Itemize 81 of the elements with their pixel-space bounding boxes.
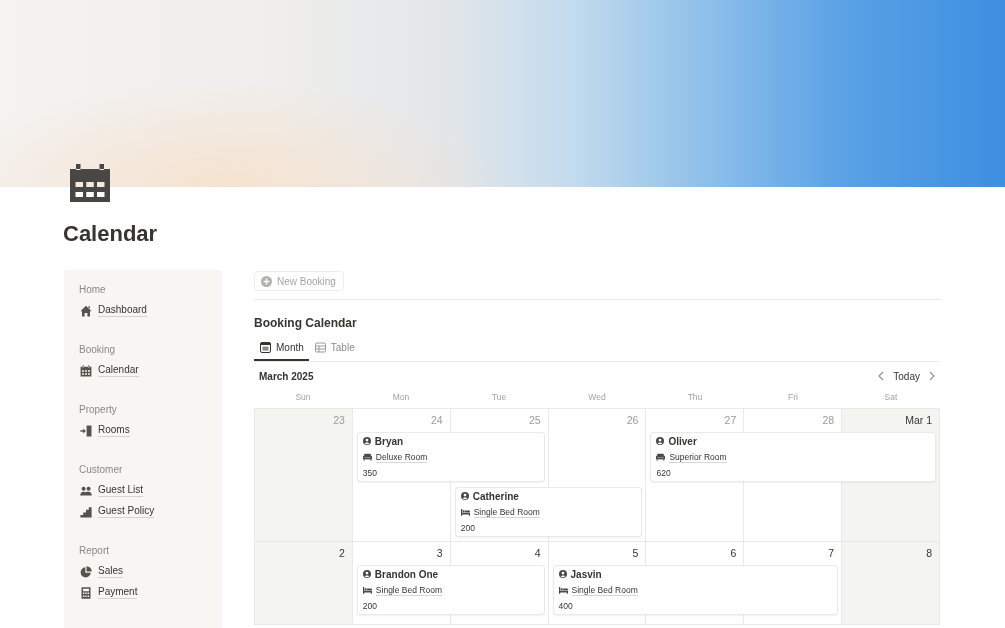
person-icon xyxy=(558,570,567,578)
day-number: 2 xyxy=(339,546,345,560)
sofa-icon xyxy=(362,453,372,461)
weekday-label: Thu xyxy=(687,392,703,402)
guest-name: Catherine xyxy=(472,490,519,502)
person-icon xyxy=(460,492,469,500)
person-icon xyxy=(362,570,371,578)
chevron-right-icon[interactable] xyxy=(929,371,935,381)
day-number: 27 xyxy=(724,413,737,427)
guest-name: Brandon One xyxy=(374,568,439,580)
room-link[interactable]: Single Bed Room xyxy=(571,584,638,596)
day-number: 25 xyxy=(528,413,541,427)
booking-card[interactable]: Jasvin Single Bed Room 400 xyxy=(552,565,839,615)
calculator-icon xyxy=(80,586,92,599)
booking-card[interactable]: Brandon One Single Bed Room 200 xyxy=(356,565,545,615)
sidebar-heading: Customer xyxy=(79,463,123,477)
day-number: Mar 1 xyxy=(905,413,932,427)
sidebar-link[interactable]: Dashboard xyxy=(79,300,147,321)
sidebar-link[interactable]: Calendar xyxy=(79,360,139,381)
booking-card[interactable]: Catherine Single Bed Room 200 xyxy=(454,487,643,537)
door-arrow-icon xyxy=(80,424,92,437)
bed-icon xyxy=(558,586,568,594)
table-icon xyxy=(314,342,326,353)
weekday-label: Tue xyxy=(491,392,507,402)
sidebar-heading: Booking xyxy=(79,343,116,357)
weekday-label: Wed xyxy=(588,392,606,402)
bed-icon xyxy=(460,508,470,516)
sidebar-heading: Report xyxy=(79,544,109,558)
sidebar-heading: Home xyxy=(79,283,106,297)
person-icon xyxy=(656,437,665,445)
day-number: 6 xyxy=(730,546,737,560)
people-icon xyxy=(80,484,92,497)
day-number: 28 xyxy=(822,413,835,427)
room-link[interactable]: Single Bed Room xyxy=(473,506,540,518)
view-title: Booking Calendar xyxy=(254,315,357,332)
sidebar-link[interactable]: Guest Policy xyxy=(79,501,155,522)
day-number: 7 xyxy=(828,546,835,560)
weekday-label: Sat xyxy=(884,392,898,402)
pie-chart-icon xyxy=(80,565,92,578)
plus-circle-icon xyxy=(261,275,272,287)
sofa-icon xyxy=(656,453,666,461)
day-number: 23 xyxy=(333,413,345,427)
sidebar-link[interactable]: Sales xyxy=(79,561,123,582)
sidebar-link[interactable]: Rooms xyxy=(79,420,130,441)
view-tab[interactable]: Month xyxy=(254,337,309,361)
booking-price: 200 xyxy=(460,523,475,533)
room-link[interactable]: Deluxe Room xyxy=(375,451,428,463)
month-label: March 2025 xyxy=(259,370,314,382)
booking-card[interactable]: Oliver Superior Room 620 xyxy=(650,432,936,482)
page-title: Calendar xyxy=(63,221,158,247)
booking-price: 620 xyxy=(656,468,671,478)
weekday-label: Fri xyxy=(788,392,798,402)
sidebar-link[interactable]: Guest List xyxy=(79,480,144,501)
day-number: 8 xyxy=(926,546,932,560)
day-number: 3 xyxy=(436,546,443,560)
guest-name: Oliver xyxy=(668,435,697,447)
bed-icon xyxy=(362,586,372,594)
booking-price: 200 xyxy=(362,601,378,611)
calendar-icon xyxy=(260,342,271,353)
stairs-icon xyxy=(80,505,92,518)
chevron-left-icon[interactable] xyxy=(878,371,885,381)
day-number: 26 xyxy=(626,413,639,427)
sidebar-heading: Property xyxy=(79,403,117,417)
room-link[interactable]: Single Bed Room xyxy=(375,584,442,596)
booking-price: 400 xyxy=(558,601,573,611)
booking-price: 350 xyxy=(362,468,378,478)
weekday-label: Sun xyxy=(295,392,311,402)
today-button[interactable]: Today xyxy=(892,368,921,384)
day-number: 4 xyxy=(534,546,541,560)
room-link[interactable]: Superior Room xyxy=(669,451,727,463)
booking-card[interactable]: Bryan Deluxe Room 350 xyxy=(356,432,545,482)
sidebar-link[interactable]: Payment xyxy=(79,582,138,603)
house-icon xyxy=(80,304,92,317)
day-number: 5 xyxy=(632,546,639,560)
guest-name: Bryan xyxy=(374,435,404,447)
guest-name: Jasvin xyxy=(570,568,602,580)
day-number: 24 xyxy=(431,413,443,427)
person-icon xyxy=(362,437,371,445)
view-tab[interactable]: Table xyxy=(308,337,360,361)
calendar-icon xyxy=(80,364,92,377)
weekday-label: Mon xyxy=(392,392,410,402)
